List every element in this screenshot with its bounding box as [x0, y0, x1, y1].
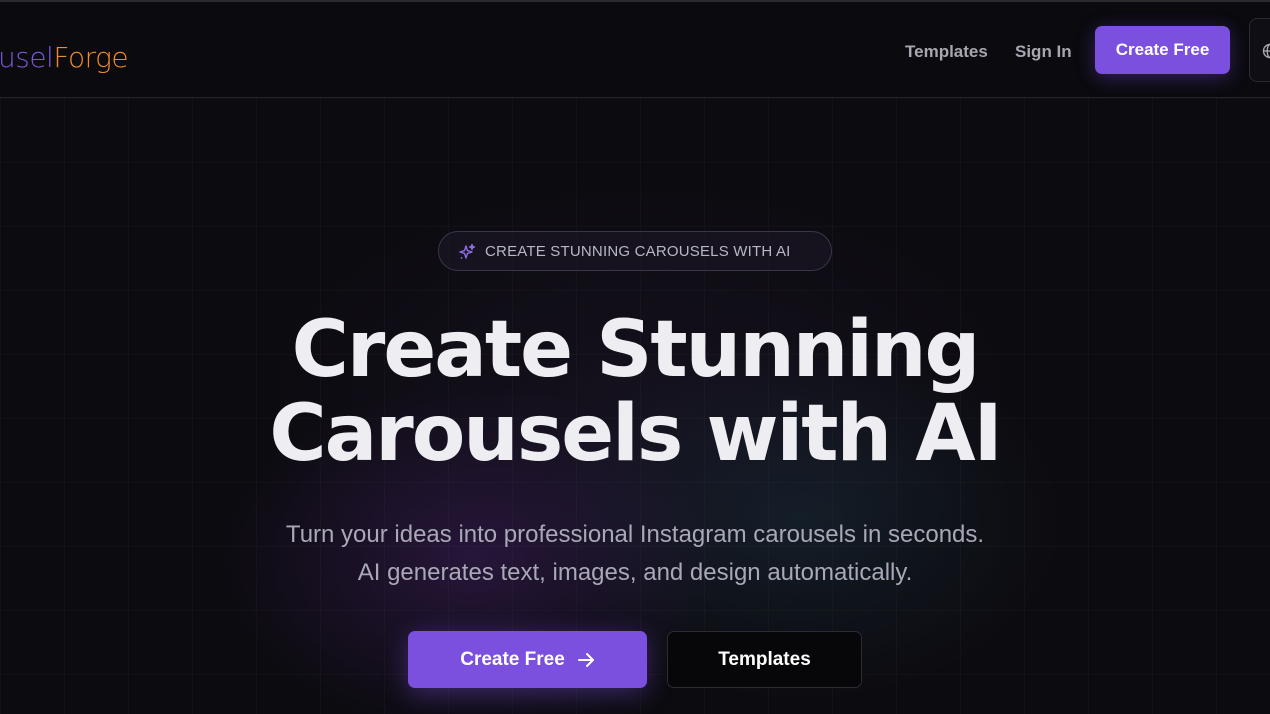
nav-signin-link[interactable]: Sign In — [1015, 40, 1072, 64]
hero-headline-line2: Carousels with AI — [269, 389, 1002, 479]
site-header: uselForge Templates Sign In Create Free — [0, 2, 1270, 98]
hero-badge-text: CREATE STUNNING CAROUSELS WITH AI — [485, 243, 791, 260]
landing-page: uselForge Templates Sign In Create Free … — [0, 0, 1270, 714]
hero-badge: CREATE STUNNING CAROUSELS WITH AI — [438, 231, 832, 271]
hero-subtitle-line1: Turn your ideas into professional Instag… — [285, 521, 985, 548]
hero-templates-button[interactable]: Templates — [667, 631, 862, 688]
language-button[interactable] — [1249, 18, 1270, 82]
logo-text-part1: usel — [0, 41, 54, 74]
hero-headline: Create Stunning Carousels with AI — [0, 308, 1270, 476]
logo-text-part2: Forge — [53, 41, 129, 74]
hero-subtitle-line2: AI generates text, images, and design au… — [357, 559, 913, 586]
logo[interactable]: uselForge — [0, 38, 130, 82]
hero-create-free-button[interactable]: Create Free — [408, 631, 647, 688]
hero-create-free-label: Create Free — [460, 648, 565, 670]
nav-templates-link[interactable]: Templates — [905, 40, 988, 64]
hero-headline-line1: Create Stunning — [291, 305, 981, 395]
nav-create-free-button[interactable]: Create Free — [1095, 26, 1230, 74]
arrow-right-icon — [577, 652, 594, 667]
hero-subtitle: Turn your ideas into professional Instag… — [0, 516, 1270, 592]
globe-icon — [1262, 43, 1270, 59]
sparkles-icon — [459, 243, 476, 259]
